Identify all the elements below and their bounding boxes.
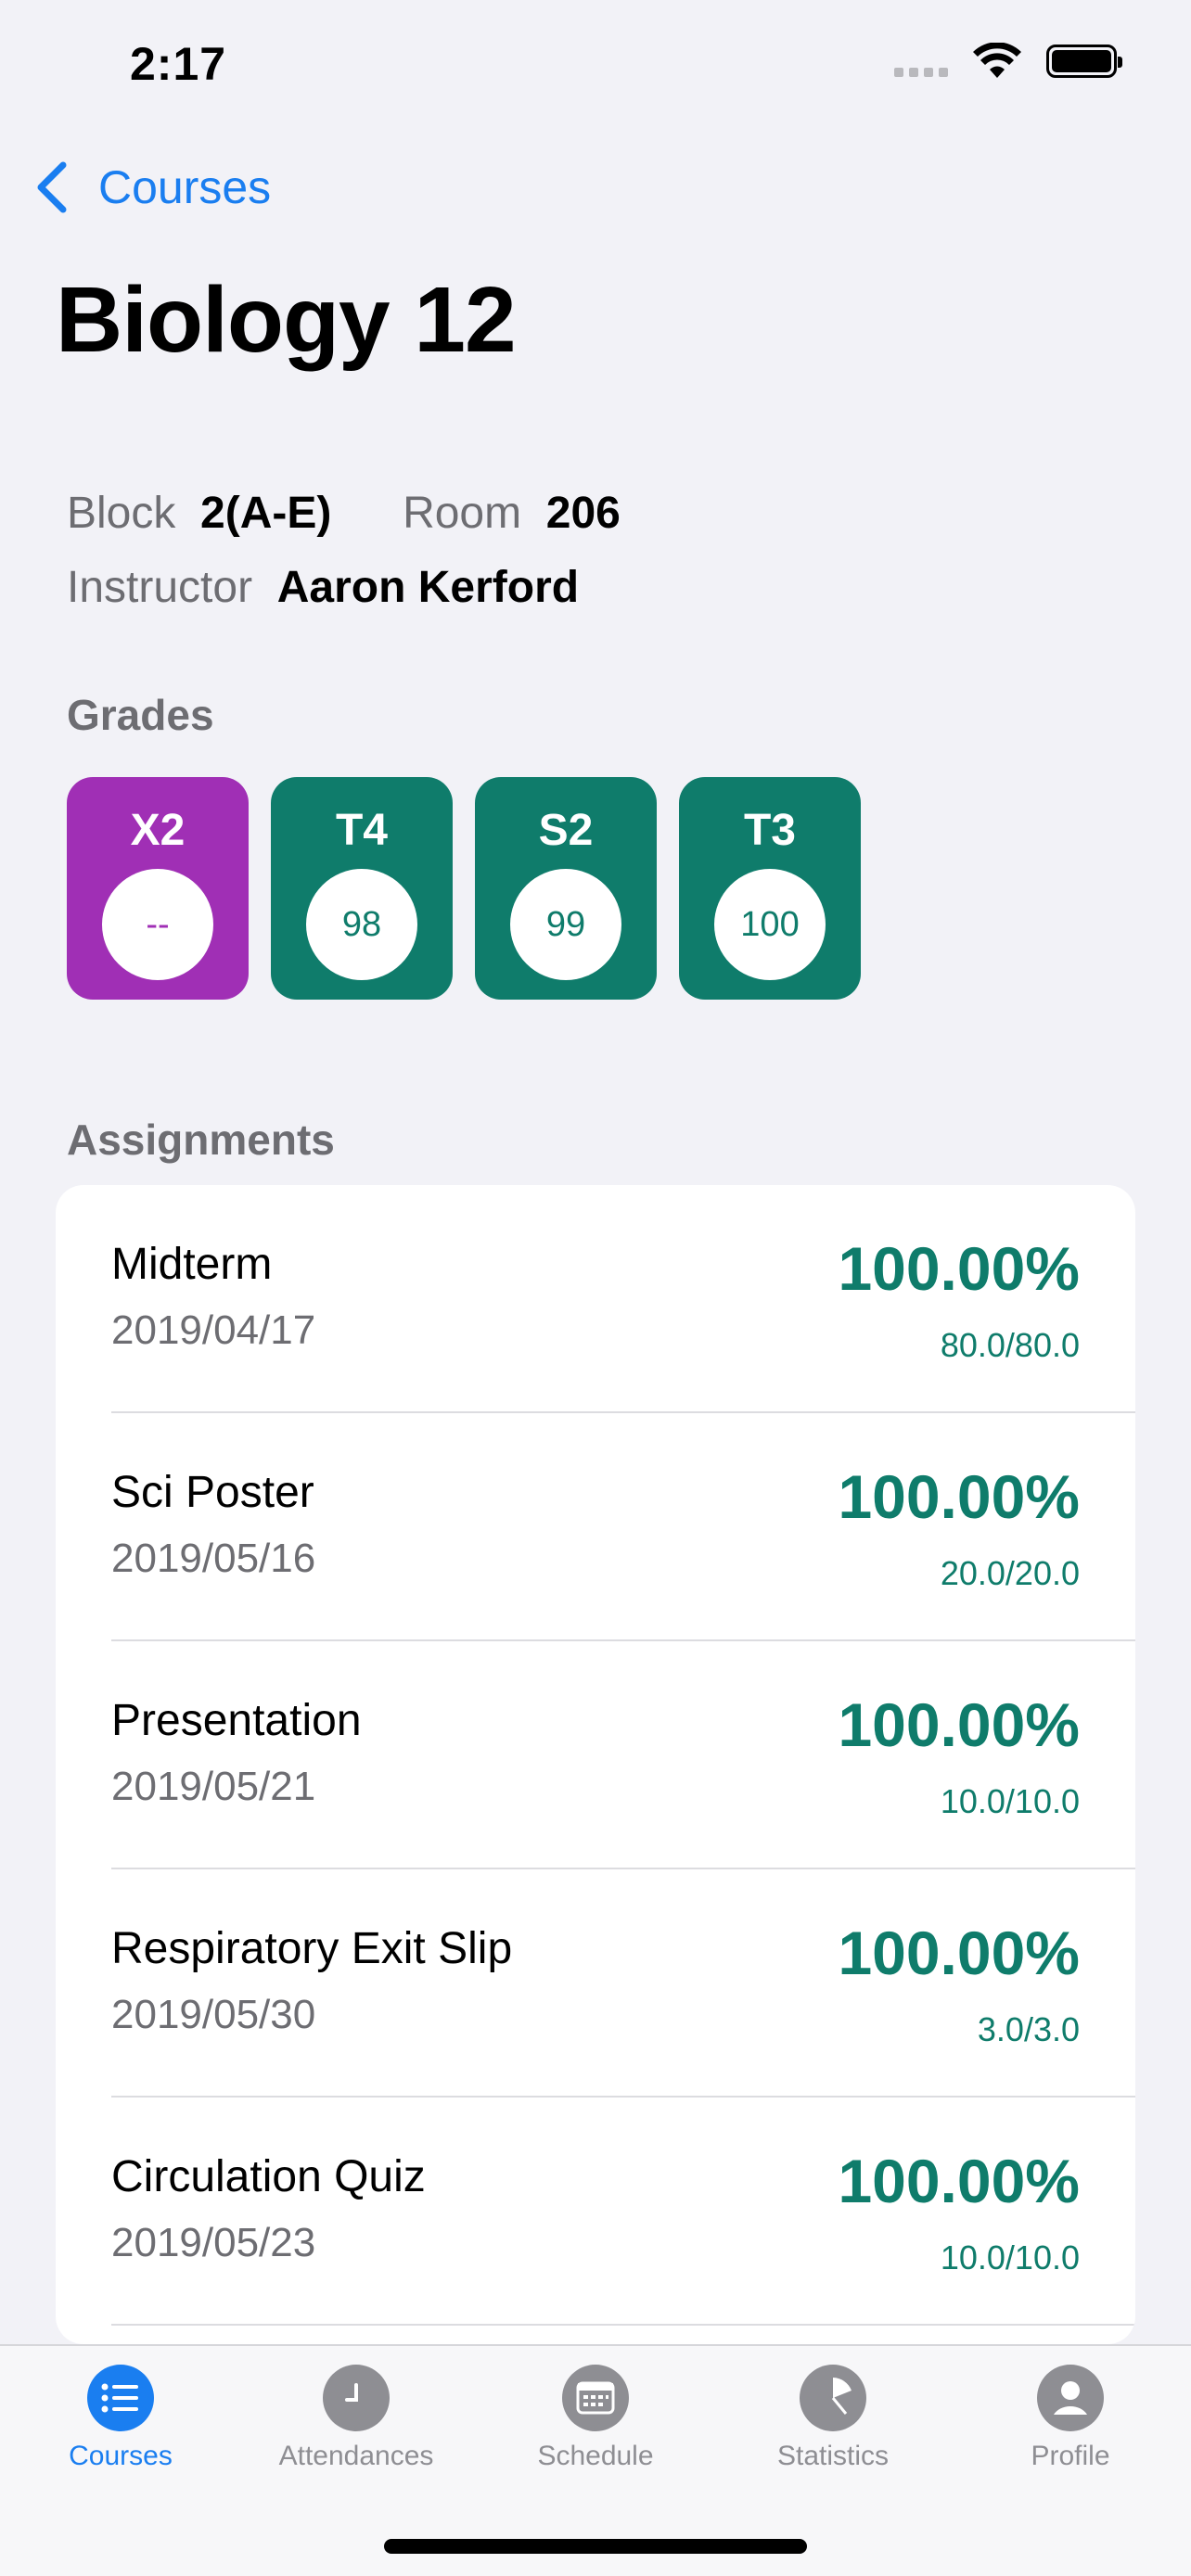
- back-label: Courses: [98, 161, 272, 213]
- block-room-row: Block 2(A-E) Room 206: [67, 477, 621, 551]
- tab-courses[interactable]: Courses: [9, 2365, 232, 2472]
- grade-value: 100: [714, 869, 826, 980]
- tab-label: Schedule: [537, 2441, 654, 2471]
- row-divider: [111, 2324, 1135, 2326]
- assignment-percent: 100.00%: [838, 1234, 1080, 1303]
- assignment-name: Sci Poster: [111, 1468, 314, 1517]
- pie-chart-icon: [800, 2365, 866, 2431]
- assignments-header: Assignments: [67, 1116, 335, 1164]
- grade-tile-x2[interactable]: X2 --: [67, 777, 249, 1000]
- calendar-icon: [562, 2365, 629, 2431]
- back-button[interactable]: Courses: [33, 159, 271, 215]
- assignment-date: 2019/05/21: [111, 1764, 316, 1809]
- tab-label: Courses: [69, 2441, 173, 2471]
- grade-value: 99: [510, 869, 621, 980]
- assignment-row[interactable]: Circulation Quiz 2019/05/23 100.00% 10.0…: [56, 2098, 1135, 2326]
- assignment-row[interactable]: Midterm 2019/04/17 100.00% 80.0/80.0: [56, 1185, 1135, 1413]
- assignment-name: Presentation: [111, 1696, 362, 1745]
- tab-label: Attendances: [278, 2441, 434, 2471]
- grade-term-label: T4: [335, 806, 388, 855]
- assignment-date: 2019/04/17: [111, 1307, 316, 1353]
- clock-icon: [323, 2365, 390, 2431]
- room-label: Room: [403, 489, 522, 538]
- assignment-date: 2019/05/16: [111, 1536, 316, 1581]
- room-value: 206: [545, 489, 621, 538]
- tab-attendances[interactable]: Attendances: [245, 2365, 467, 2472]
- assignment-name: Circulation Quiz: [111, 2152, 426, 2201]
- chevron-left-icon: [37, 161, 67, 213]
- home-indicator: [384, 2539, 807, 2554]
- cellular-signal-icon: [894, 45, 948, 77]
- assignments-list: Midterm 2019/04/17 100.00% 80.0/80.0 Sci…: [56, 1185, 1135, 2344]
- assignment-score: 20.0/20.0: [940, 1554, 1080, 1592]
- assignment-percent: 100.00%: [838, 1690, 1080, 1759]
- assignment-name: Respiratory Exit Slip: [111, 1924, 513, 1973]
- grade-tiles: X2 -- T4 98 S2 99 T3 100: [67, 777, 861, 1000]
- tab-schedule[interactable]: Schedule: [484, 2365, 707, 2472]
- grade-value: 98: [306, 869, 417, 980]
- assignment-name: Midterm: [111, 1240, 273, 1289]
- person-icon: [1037, 2365, 1104, 2431]
- list-icon: [87, 2365, 154, 2431]
- assignment-score: 3.0/3.0: [977, 2010, 1080, 2048]
- tab-profile[interactable]: Profile: [959, 2365, 1182, 2472]
- tab-statistics[interactable]: Statistics: [722, 2365, 944, 2472]
- assignment-row[interactable]: Presentation 2019/05/21 100.00% 10.0/10.…: [56, 1641, 1135, 1869]
- status-time: 2:17: [130, 38, 227, 90]
- assignment-percent: 100.00%: [838, 2147, 1080, 2215]
- grade-term-label: X2: [130, 806, 186, 855]
- block-value: 2(A-E): [200, 489, 332, 538]
- grade-tile-t4[interactable]: T4 98: [271, 777, 453, 1000]
- assignment-percent: 100.00%: [838, 1919, 1080, 1987]
- grade-term-label: T3: [743, 806, 796, 855]
- grades-header: Grades: [67, 691, 214, 739]
- grade-value: --: [102, 869, 213, 980]
- instructor-value: Aaron Kerford: [276, 563, 580, 612]
- instructor-row: Instructor Aaron Kerford: [67, 551, 621, 625]
- course-info: Block 2(A-E) Room 206 Instructor Aaron K…: [67, 477, 621, 625]
- page-title: Biology 12: [56, 268, 517, 372]
- assignment-score: 10.0/10.0: [940, 1782, 1080, 1820]
- battery-icon: [1046, 45, 1122, 78]
- status-icons: [894, 43, 1122, 80]
- assignment-row[interactable]: Sci Poster 2019/05/16 100.00% 20.0/20.0: [56, 1413, 1135, 1641]
- wifi-icon: [973, 43, 1021, 78]
- assignment-percent: 100.00%: [838, 1462, 1080, 1531]
- block-label: Block: [67, 489, 176, 538]
- assignment-date: 2019/05/30: [111, 1992, 316, 2037]
- assignment-date: 2019/05/23: [111, 2220, 316, 2265]
- assignment-score: 80.0/80.0: [940, 1326, 1080, 1364]
- grade-tile-s2[interactable]: S2 99: [475, 777, 657, 1000]
- status-bar: 2:17: [0, 0, 1191, 130]
- assignment-row[interactable]: Respiratory Exit Slip 2019/05/30 100.00%…: [56, 1869, 1135, 2098]
- assignment-score: 10.0/10.0: [940, 2238, 1080, 2276]
- tab-label: Profile: [1031, 2441, 1110, 2471]
- grade-term-label: S2: [538, 806, 594, 855]
- tab-label: Statistics: [776, 2441, 890, 2471]
- grade-tile-t3[interactable]: T3 100: [679, 777, 861, 1000]
- instructor-label: Instructor: [67, 563, 253, 612]
